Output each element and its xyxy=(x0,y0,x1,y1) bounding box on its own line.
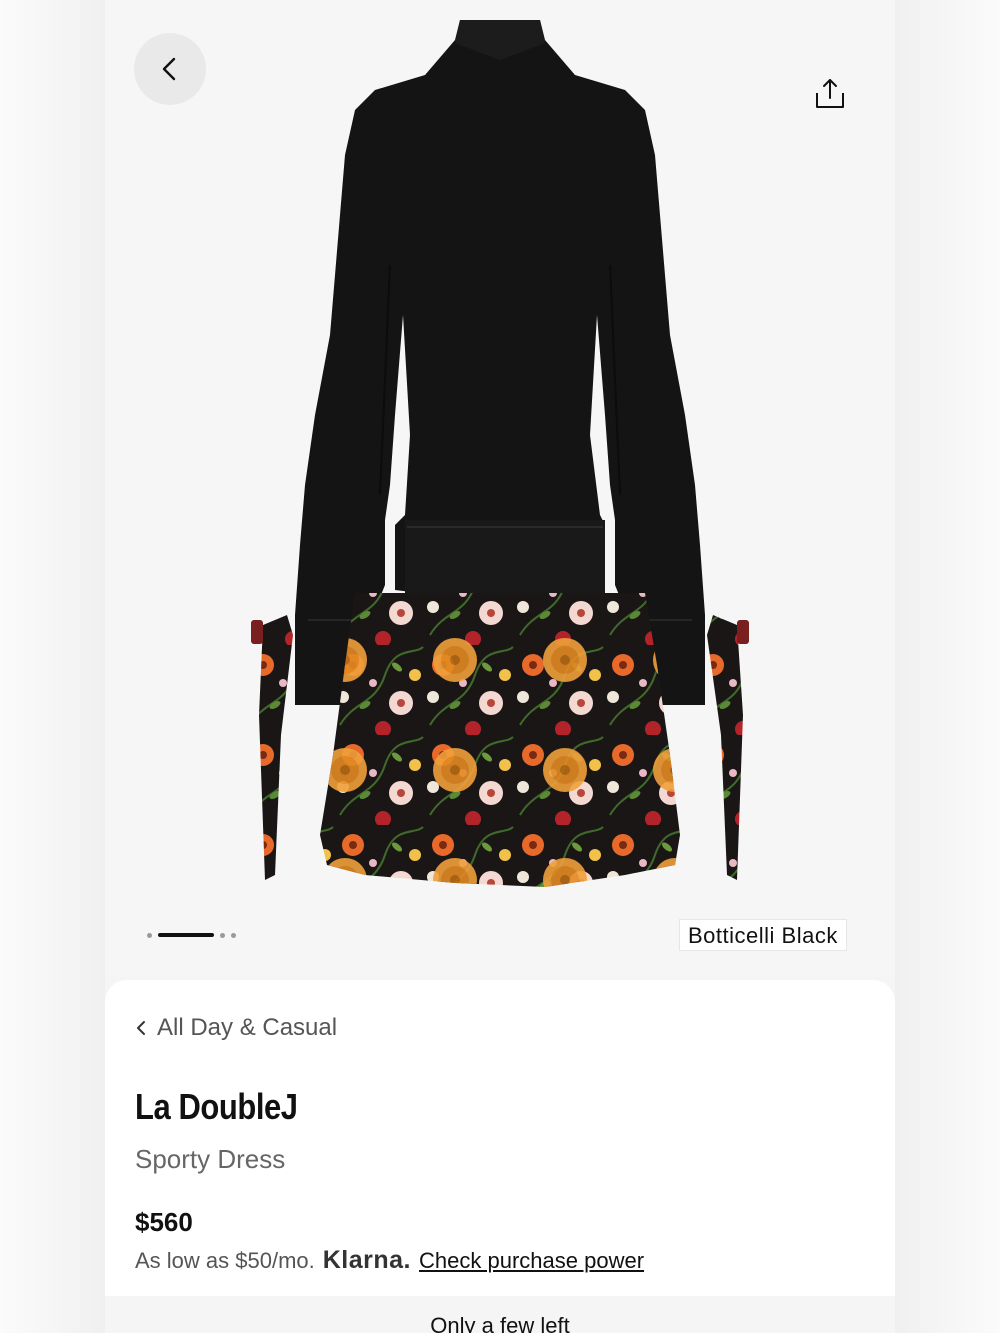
product-image-carousel[interactable]: Botticelli Black xyxy=(105,0,895,975)
product-price: $560 xyxy=(135,1207,193,1237)
financing-text: As low as $50/mo. xyxy=(135,1248,315,1273)
breadcrumb-label: All Day & Casual xyxy=(157,1014,338,1041)
background-left xyxy=(0,0,105,1333)
financing-row: As low as $50/mo. Klarna. Check purchase… xyxy=(135,1246,644,1275)
background-right xyxy=(895,0,1000,1333)
carousel-dot[interactable] xyxy=(147,932,152,938)
color-name-label: Botticelli Black xyxy=(679,919,847,951)
chevron-left-icon xyxy=(162,57,176,81)
product-brand[interactable]: La DoubleJ xyxy=(135,1086,298,1128)
product-name: Sporty Dress xyxy=(135,1144,286,1174)
carousel-dot-active[interactable] xyxy=(158,933,214,937)
breadcrumb[interactable]: All Day & Casual xyxy=(135,1014,337,1042)
share-upload-icon xyxy=(816,79,844,108)
chevron-left-small-icon xyxy=(137,1021,145,1035)
check-purchase-power-link[interactable]: Check purchase power xyxy=(419,1248,644,1274)
product-info-card: All Day & Casual La DoubleJ Sporty Dress… xyxy=(105,980,895,1296)
carousel-dot[interactable] xyxy=(231,932,236,938)
carousel-dot[interactable] xyxy=(220,932,225,938)
back-button[interactable] xyxy=(134,33,206,105)
share-button[interactable] xyxy=(810,73,850,113)
stock-message: Only a few left xyxy=(430,1313,570,1333)
product-image xyxy=(251,20,749,887)
klarna-logo: Klarna. xyxy=(322,1246,412,1274)
carousel-indicator xyxy=(147,929,236,941)
product-page: Botticelli Black All Day & Casual La Dou… xyxy=(105,0,895,1333)
